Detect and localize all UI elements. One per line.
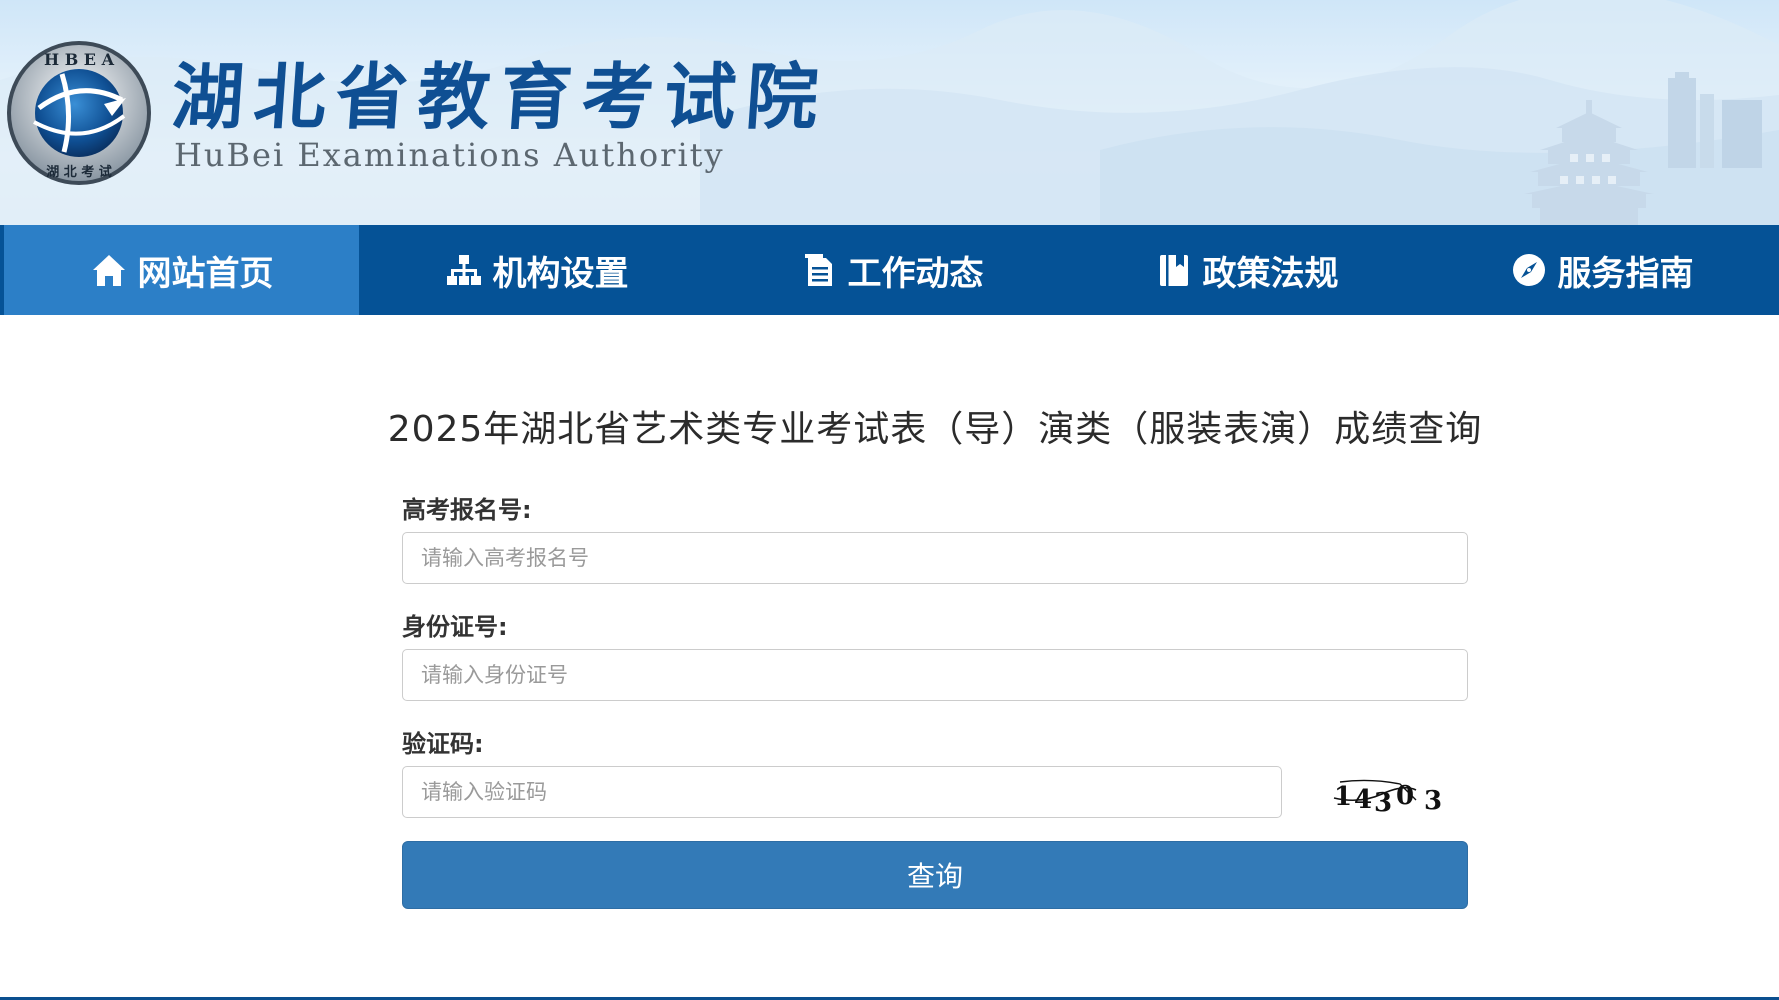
nav-item-news[interactable]: 工作动态 <box>714 225 1069 315</box>
captcha-image[interactable]: 1 4 3 0 3 <box>1330 770 1450 820</box>
captcha-label: 验证码: <box>402 730 484 758</box>
exam-number-label: 高考报名号: <box>402 496 532 524</box>
nav-item-home[interactable]: 网站首页 <box>4 225 359 315</box>
form-title: 2025年湖北省艺术类专业考试表（导）演类（服装表演）成绩查询 <box>387 409 1483 450</box>
id-number-input[interactable] <box>402 649 1468 701</box>
hbea-logo-icon[interactable]: H B E A 湖 北 考 试 <box>4 38 154 188</box>
nav-item-label: 机构设置 <box>492 253 629 294</box>
book-icon <box>1155 251 1193 289</box>
svg-text:H B E A: H B E A <box>44 50 115 69</box>
query-form: 2025年湖北省艺术类专业考试表（导）演类（服装表演）成绩查询 高考报名号: 身… <box>0 315 1779 1000</box>
nav-item-label: 工作动态 <box>847 253 984 294</box>
svg-text:3: 3 <box>1424 786 1442 816</box>
compass-icon <box>1510 251 1548 289</box>
org-chart-icon <box>445 251 483 289</box>
site-banner: H B E A 湖 北 考 试 湖北省教育考试院 HuBei Examinati… <box>0 0 1779 225</box>
query-button[interactable]: 查询 <box>402 841 1468 909</box>
site-subtitle: HuBei Examinations Authority <box>174 136 725 174</box>
id-number-label: 身份证号: <box>402 613 508 641</box>
nav-item-organization[interactable]: 机构设置 <box>359 225 714 315</box>
nav-item-label: 政策法规 <box>1202 253 1339 294</box>
site-title: 湖北省教育考试院 <box>169 54 832 139</box>
home-icon <box>90 251 128 289</box>
svg-text:1: 1 <box>1334 782 1352 812</box>
captcha-input[interactable] <box>402 766 1282 818</box>
nav-item-label: 网站首页 <box>137 253 274 294</box>
nav-item-guide[interactable]: 服务指南 <box>1424 225 1779 315</box>
svg-text:湖 北 考 试: 湖 北 考 试 <box>46 164 112 180</box>
exam-number-input[interactable] <box>402 532 1468 584</box>
nav-item-policy[interactable]: 政策法规 <box>1069 225 1424 315</box>
document-icon <box>800 251 838 289</box>
svg-text:3: 3 <box>1374 788 1392 818</box>
main-nav: 网站首页 机构设置 工作动态 政策法规 服务指南 <box>0 225 1779 315</box>
nav-item-label: 服务指南 <box>1557 253 1694 294</box>
